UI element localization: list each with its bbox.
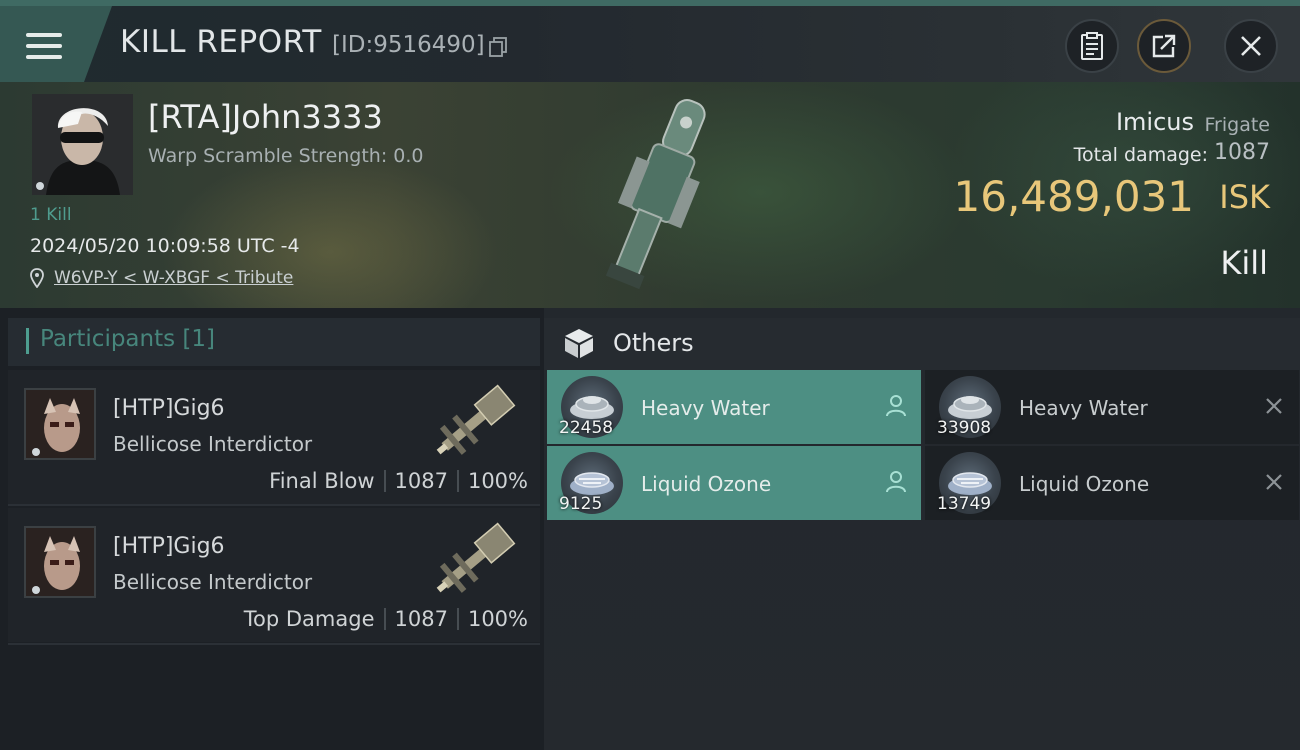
page-title: KILL REPORT <box>120 24 322 60</box>
item-heavy-water-destroyed[interactable]: 33908 Heavy Water <box>925 370 1299 444</box>
participant-stats: Final Blow 1087 100% <box>269 469 528 493</box>
participant-ship: Bellicose Interdictor <box>113 570 313 594</box>
total-damage-label: Total damage: <box>1073 144 1208 166</box>
victim-portrait[interactable] <box>32 94 133 195</box>
participant-damage: 1087 <box>394 607 448 631</box>
clipboard-button[interactable] <box>1065 19 1119 73</box>
participant-row[interactable]: [HTP]Gig6 Bellicose Interdictor Final Bl… <box>8 370 540 504</box>
close-icon <box>1266 398 1282 414</box>
item-heavy-water-dropped[interactable]: 22458 Heavy Water <box>547 370 921 444</box>
share-icon <box>1152 34 1176 58</box>
participant-damage: 1087 <box>394 469 448 493</box>
participant-percent: 100% <box>467 607 528 631</box>
row-divider <box>8 643 540 645</box>
copy-icon[interactable] <box>489 37 507 57</box>
participant-row[interactable]: [HTP]Gig6 Bellicose Interdictor Top Dama… <box>8 508 540 642</box>
kill-count: 1 Kill <box>30 205 72 225</box>
participant-percent: 100% <box>467 469 528 493</box>
close-icon <box>1241 36 1261 56</box>
share-button[interactable] <box>1137 19 1191 73</box>
item-quantity: 9125 <box>559 494 603 514</box>
participant-name: [HTP]Gig6 <box>113 534 225 559</box>
victim-ship-render <box>605 99 706 290</box>
isk-value: 16,489,031 <box>953 172 1194 221</box>
victim-name[interactable]: [RTA]John3333 <box>148 98 383 136</box>
participant-role: Top Damage <box>243 607 375 631</box>
participant-avatar <box>24 388 96 460</box>
close-button[interactable] <box>1224 19 1278 73</box>
hamburger-icon <box>26 33 62 59</box>
cargo-box-icon <box>565 329 593 358</box>
item-name: Liquid Ozone <box>641 472 772 496</box>
isk-unit: ISK <box>1219 178 1270 216</box>
participant-ship-render <box>436 384 516 455</box>
person-icon <box>886 471 906 493</box>
participant-ship: Bellicose Interdictor <box>113 432 313 456</box>
location-pin-icon <box>30 268 44 288</box>
participants-title: Participants [1] <box>40 326 215 352</box>
victim-ship-class: Frigate <box>1204 114 1270 136</box>
row-divider <box>8 504 540 506</box>
participant-name: [HTP]Gig6 <box>113 396 225 421</box>
kill-result: Kill <box>1220 244 1268 282</box>
location-link[interactable]: W6VP-Y < W-XBGF < Tribute <box>54 268 293 288</box>
participant-role: Final Blow <box>269 469 375 493</box>
item-liquid-ozone-destroyed[interactable]: 13749 Liquid Ozone <box>925 446 1299 520</box>
close-icon <box>1266 474 1282 490</box>
participant-avatar <box>24 526 96 598</box>
item-name: Heavy Water <box>641 396 770 420</box>
clipboard-icon <box>1081 32 1103 60</box>
others-title: Others <box>613 329 694 357</box>
item-quantity: 22458 <box>559 418 614 438</box>
participant-stats: Top Damage 1087 100% <box>244 607 528 631</box>
kill-id: [ID:9516490] <box>332 32 485 58</box>
warp-scramble-strength: Warp Scramble Strength: 0.0 <box>148 145 424 167</box>
item-name: Liquid Ozone <box>1019 472 1150 496</box>
participant-ship-render <box>436 522 516 593</box>
person-icon <box>886 395 906 417</box>
item-quantity: 33908 <box>937 418 992 438</box>
item-liquid-ozone-dropped[interactable]: 9125 Liquid Ozone <box>547 446 921 520</box>
victim-ship-name: Imicus <box>1115 108 1194 136</box>
total-damage-value: 1087 <box>1214 140 1270 165</box>
item-quantity: 13749 <box>937 494 992 514</box>
kill-datetime: 2024/05/20 10:09:58 UTC -4 <box>30 235 300 257</box>
item-name: Heavy Water <box>1019 396 1148 420</box>
